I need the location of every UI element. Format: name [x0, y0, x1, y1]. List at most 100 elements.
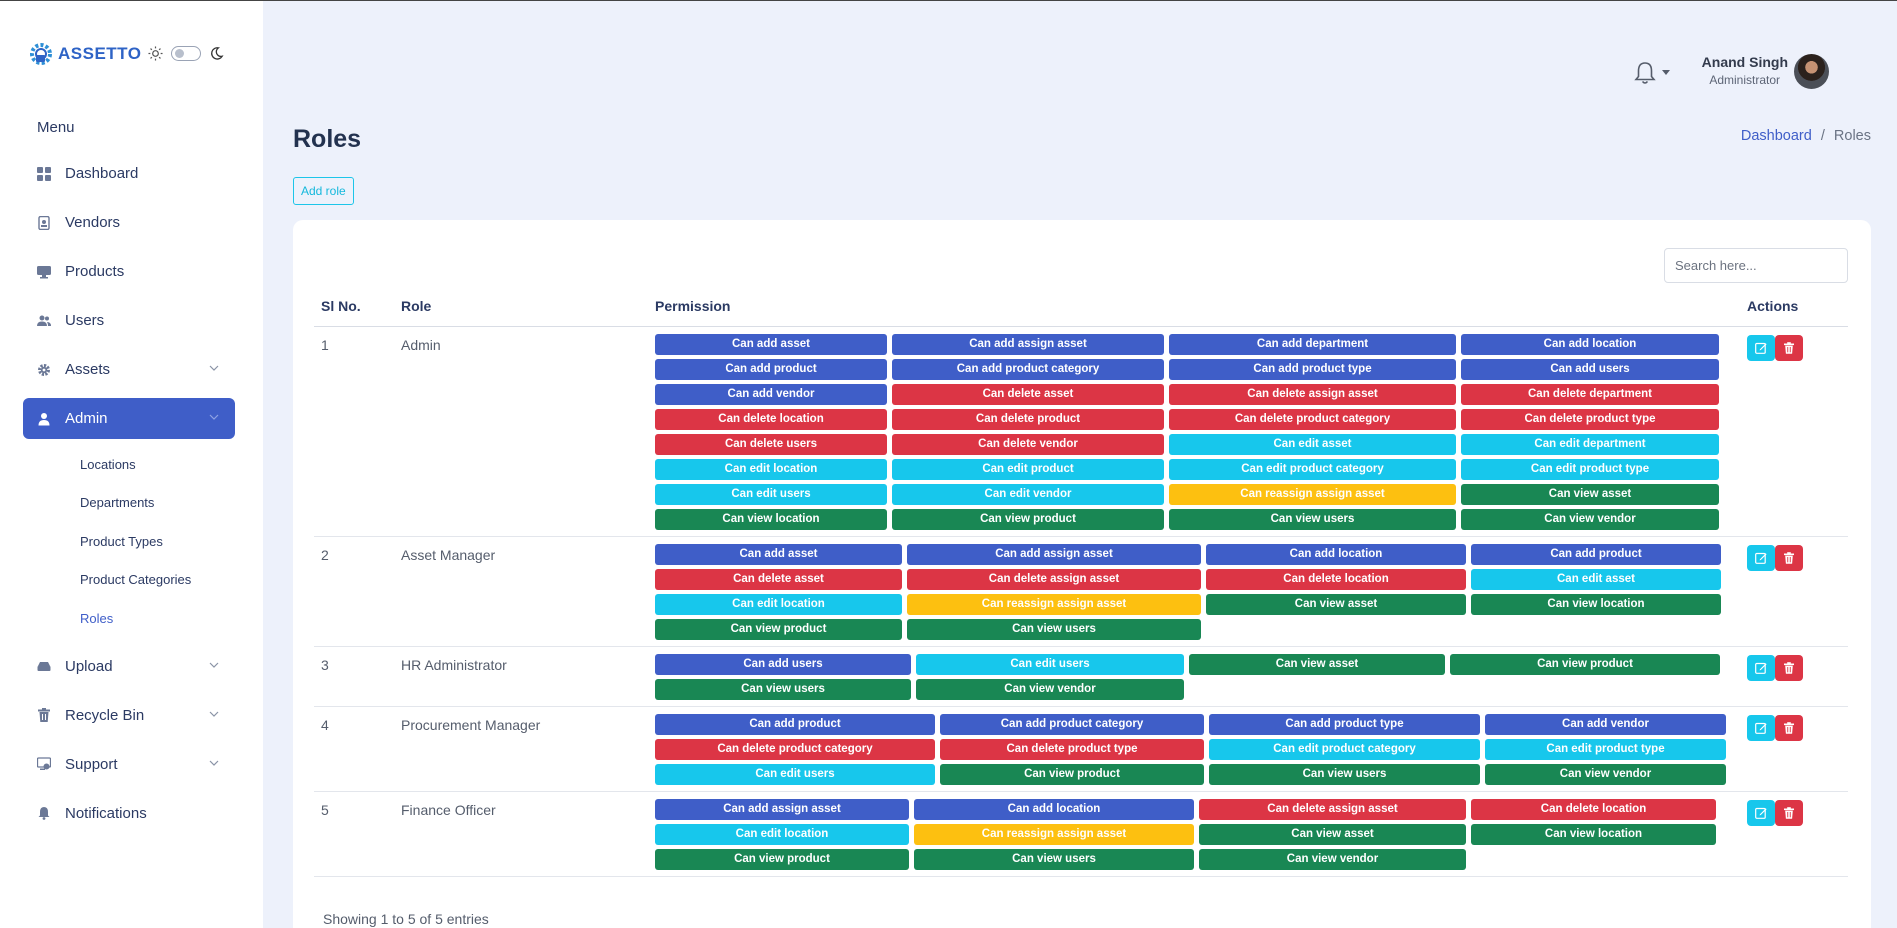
- sidebar-item-label: Products: [65, 263, 125, 280]
- users-icon: [37, 314, 51, 328]
- caret-down-icon: [1662, 70, 1670, 75]
- brand-logo-link[interactable]: ASSETTO: [28, 41, 141, 67]
- chevron-down-icon: [209, 662, 219, 668]
- permission-badge-grid: Can add product Can add product category C…: [655, 713, 1731, 785]
- permission-badge: Can view product: [655, 618, 902, 640]
- permission-badge: Can view vendor: [916, 678, 1184, 700]
- cell-permissions: Can add assign asset Can add location Can …: [655, 791, 1735, 877]
- header-permission[interactable]: Permission: [655, 298, 1735, 327]
- table-row: 3 HR Administrator Can add users Can edit u…: [314, 646, 1848, 707]
- delete-role-button[interactable]: [1775, 654, 1803, 681]
- cell-sl-no: 2: [314, 536, 401, 647]
- permission-badge: Can view product: [655, 848, 909, 870]
- permission-badge: Can delete department: [1461, 383, 1719, 405]
- sidebar-item-products[interactable]: Products: [23, 251, 235, 292]
- permission-badge: Can delete product type: [940, 738, 1204, 760]
- delete-role-button[interactable]: [1775, 544, 1803, 571]
- permission-badge: Can edit users: [916, 653, 1184, 675]
- permission-badge: Can add product: [1471, 543, 1721, 565]
- user-name[interactable]: Anand Singh: [1702, 54, 1788, 70]
- permission-badge: Can add product: [655, 713, 935, 735]
- sidebar-item-label: Admin: [65, 410, 108, 427]
- permission-badge: Can add location: [1461, 333, 1719, 355]
- permission-badge: Can delete users: [655, 433, 887, 455]
- permission-badge: Can edit product category: [1209, 738, 1480, 760]
- trash-icon: [1784, 551, 1794, 564]
- permission-badge: Can add product category: [940, 713, 1204, 735]
- delete-role-button[interactable]: [1775, 799, 1803, 826]
- chevron-down-icon: [209, 711, 219, 717]
- permission-badge-grid: Can add users Can edit users Can view asse…: [655, 653, 1731, 700]
- sidebar-item-vendors[interactable]: Vendors: [23, 202, 235, 243]
- permission-badge: Can add asset: [655, 333, 887, 355]
- sidebar-item-upload[interactable]: Upload: [23, 646, 235, 687]
- cell-actions: [1735, 706, 1848, 792]
- permission-badge-grid: Can add assign asset Can add location Can …: [655, 798, 1731, 870]
- sidebar-item-label: Upload: [65, 657, 113, 675]
- table-row: 1 Admin Can add asset Can add assign asset C…: [314, 326, 1848, 537]
- page-title: Roles: [293, 125, 362, 153]
- permission-badge: Can edit product: [892, 458, 1164, 480]
- permission-badge-grid: Can add asset Can add assign asset Can add…: [655, 543, 1731, 640]
- sidebar-subitem-product-types[interactable]: Product Types: [23, 522, 235, 561]
- moon-icon: [211, 47, 224, 60]
- sidebar-item-recycle-bin[interactable]: Recycle Bin: [23, 695, 235, 736]
- cell-role: HR Administrator: [401, 646, 655, 707]
- cell-role: Admin: [401, 326, 655, 537]
- chevron-down-icon: [209, 414, 219, 420]
- permission-badge: Can add vendor: [655, 383, 887, 405]
- trash-icon: [1784, 341, 1794, 354]
- permission-badge: Can view users: [1209, 763, 1480, 785]
- sidebar-subitem-locations[interactable]: Locations: [23, 445, 235, 484]
- notification-dropdown[interactable]: [1634, 61, 1670, 85]
- edit-icon: [1755, 807, 1767, 819]
- sidebar-item-support[interactable]: Support: [23, 744, 235, 785]
- edit-role-button[interactable]: [1747, 799, 1775, 826]
- add-role-button[interactable]: Add role: [293, 177, 354, 205]
- sidebar-subitem-roles[interactable]: Roles: [23, 599, 235, 638]
- user-icon: [37, 412, 51, 426]
- theme-toggle[interactable]: [148, 46, 224, 61]
- sidebar-item-notifications[interactable]: Notifications: [23, 793, 235, 834]
- permission-badge: Can edit location: [655, 823, 909, 845]
- header-sl-no[interactable]: Sl No.: [314, 298, 401, 327]
- theme-switch[interactable]: [171, 46, 201, 61]
- delete-role-button[interactable]: [1775, 714, 1803, 741]
- breadcrumb-dashboard-link[interactable]: Dashboard: [1741, 128, 1812, 144]
- edit-role-button[interactable]: [1747, 544, 1775, 571]
- permission-badge: Can delete assign asset: [907, 568, 1201, 590]
- permission-badge: Can view asset: [1461, 483, 1719, 505]
- sidebar-subitem-product-categories[interactable]: Product Categories: [23, 561, 235, 600]
- sidebar-item-users[interactable]: Users: [23, 300, 235, 341]
- table-row: 2 Asset Manager Can add asset Can add assig…: [314, 536, 1848, 647]
- permission-badge: Can edit department: [1461, 433, 1719, 455]
- header-role[interactable]: Role: [401, 298, 655, 327]
- permission-badge: Can add assign asset: [907, 543, 1201, 565]
- delete-role-button[interactable]: [1775, 334, 1803, 361]
- chevron-down-icon: [209, 365, 219, 371]
- sidebar-item-assets[interactable]: Assets: [23, 349, 235, 390]
- gear-icon: [37, 363, 51, 377]
- sidebar-item-dashboard[interactable]: Dashboard: [23, 153, 235, 194]
- gear-logo-icon: [30, 43, 52, 65]
- roles-table: Sl No. Role Permission Actions 1 Admin Can…: [314, 298, 1848, 877]
- sidebar-item-admin[interactable]: Admin: [23, 398, 235, 439]
- edit-role-button[interactable]: [1747, 714, 1775, 741]
- cell-actions: [1735, 326, 1848, 537]
- cell-actions: [1735, 646, 1848, 707]
- edit-role-button[interactable]: [1747, 334, 1775, 361]
- cell-actions: [1735, 791, 1848, 877]
- permission-badge: Can delete product category: [1169, 408, 1456, 430]
- cell-permissions: Can add product Can add product category C…: [655, 706, 1735, 792]
- sidebar-item-label: Vendors: [65, 214, 121, 231]
- permission-badge: Can view product: [1450, 653, 1720, 675]
- edit-role-button[interactable]: [1747, 654, 1775, 681]
- permission-badge: Can edit location: [655, 458, 887, 480]
- avatar[interactable]: [1794, 54, 1829, 89]
- permission-badge: Can add location: [1206, 543, 1466, 565]
- id-badge-icon: [37, 215, 51, 230]
- sidebar-subitem-departments[interactable]: Departments: [23, 484, 235, 523]
- upload-icon: [37, 659, 51, 673]
- permission-badge: Can edit product type: [1485, 738, 1726, 760]
- search-input[interactable]: [1664, 248, 1848, 283]
